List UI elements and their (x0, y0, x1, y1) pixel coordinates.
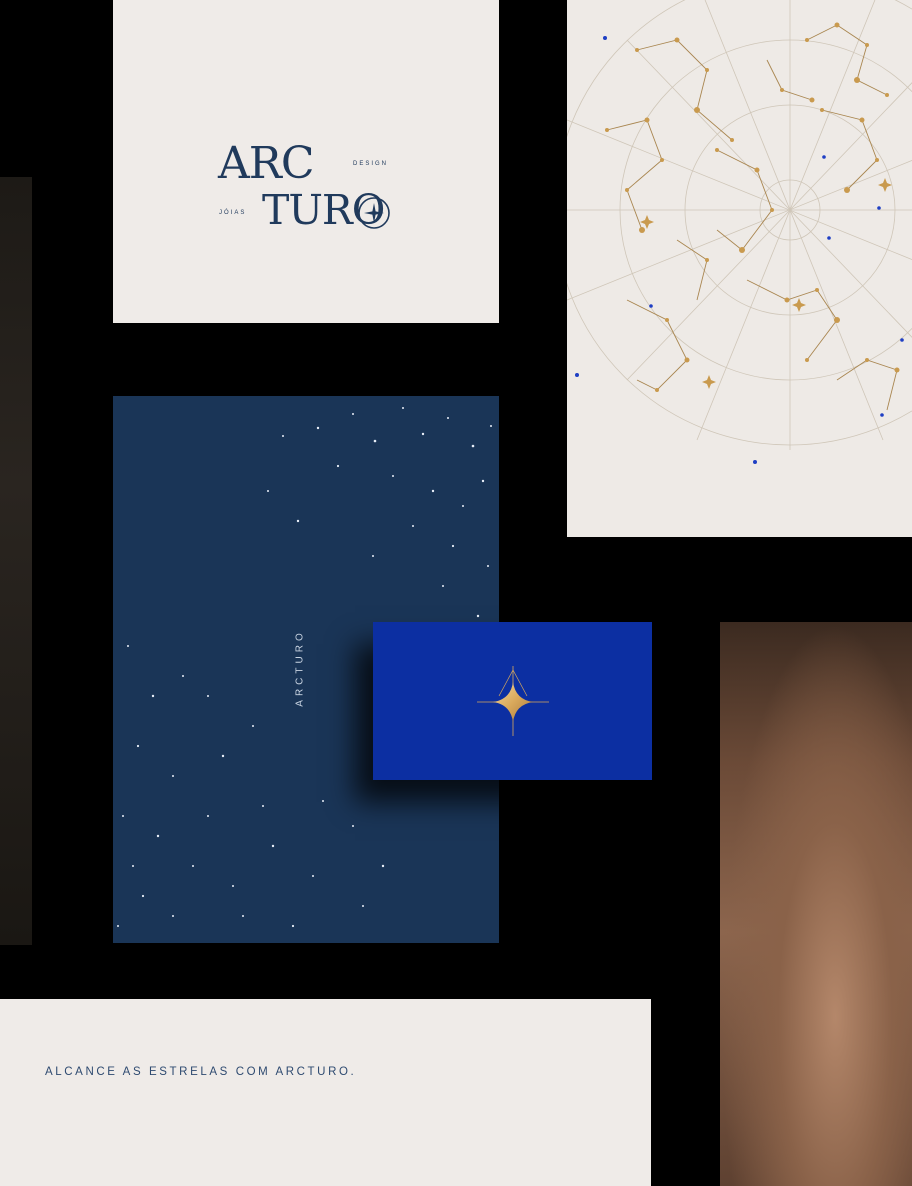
logo-tag-joias: JÓIAS (219, 210, 247, 216)
four-point-star-icon (477, 666, 549, 736)
logo-tag-design: DESIGN (353, 161, 389, 167)
logo-line-arc: ARC (218, 138, 315, 189)
left-photo-strip (0, 177, 32, 945)
star-circle-icon (358, 197, 390, 229)
star-chart-card (567, 0, 912, 537)
star-chart (567, 0, 912, 464)
blue-business-card (373, 622, 652, 780)
tagline-card (0, 999, 651, 1186)
portrait-photo (720, 622, 912, 1186)
vertical-brand-name: ARCTURO (294, 629, 306, 707)
tagline-text: ALCANCE AS ESTRELAS COM ARCTURO. (45, 1066, 357, 1078)
